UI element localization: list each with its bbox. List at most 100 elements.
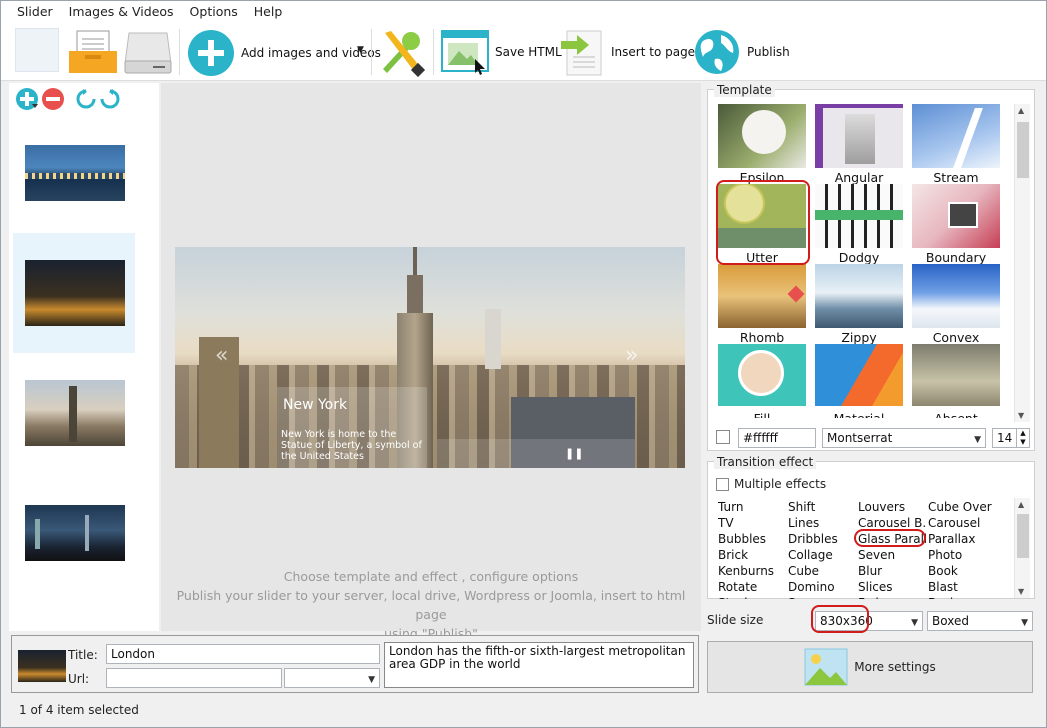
effect-turn[interactable]: Turn bbox=[718, 500, 786, 514]
hard-drive-icon bbox=[124, 32, 172, 74]
effect-lines[interactable]: Lines bbox=[788, 516, 856, 530]
settings-panel: Template Epsilon Angular Stream Utter Do… bbox=[705, 83, 1045, 633]
effect-blur[interactable]: Blur bbox=[858, 564, 926, 578]
chevron-down-icon: ▼ bbox=[974, 435, 981, 445]
chevron-down-icon: ▼ bbox=[1021, 618, 1028, 628]
slide-thumb-4[interactable] bbox=[25, 505, 125, 561]
effect-seven[interactable]: Seven bbox=[858, 548, 926, 562]
slide-list-panel bbox=[9, 83, 159, 631]
layout-select[interactable]: Boxed ▼ bbox=[927, 611, 1033, 631]
color-swatch-checkbox[interactable] bbox=[716, 430, 730, 444]
effect-bubbles[interactable]: Bubbles bbox=[718, 532, 786, 546]
options-button[interactable] bbox=[375, 27, 427, 77]
template-angular-label: Angular bbox=[834, 170, 884, 185]
font-family-select[interactable]: Montserrat ▼ bbox=[822, 428, 986, 448]
new-slider-button[interactable] bbox=[15, 28, 59, 72]
template-boundary-thumb[interactable] bbox=[912, 184, 1000, 248]
url-target-select[interactable]: ▼ bbox=[284, 668, 380, 688]
effect-slices[interactable]: Slices bbox=[858, 580, 926, 594]
effect-cube[interactable]: Cube bbox=[788, 564, 856, 578]
remove-slide-icon[interactable] bbox=[41, 87, 65, 111]
add-dropdown-arrow[interactable]: ▼ bbox=[357, 45, 364, 55]
effect-dribbles[interactable]: Dribbles bbox=[788, 532, 856, 546]
effect-carousel[interactable]: Carousel bbox=[928, 516, 996, 530]
effect-blast[interactable]: Blast bbox=[928, 580, 996, 594]
slide-thumb-3[interactable] bbox=[25, 380, 125, 446]
description-textarea[interactable]: London has the fifth-or sixth-largest me… bbox=[384, 642, 694, 688]
hint-line-2: Publish your slider to your server, loca… bbox=[176, 588, 686, 622]
effect-book[interactable]: Book bbox=[928, 564, 996, 578]
caption-box: New York New York is home to the Statue … bbox=[277, 387, 427, 468]
multiple-effects-checkbox[interactable] bbox=[716, 478, 729, 491]
slide-preview[interactable]: « » New York New York is home to the Sta… bbox=[175, 247, 685, 468]
caption-text: New York is home to the Statue of Libert… bbox=[281, 429, 422, 462]
effect-domino[interactable]: Domino bbox=[788, 580, 856, 594]
effect-tv[interactable]: TV bbox=[718, 516, 786, 530]
template-material-label: Material bbox=[815, 408, 903, 418]
effect-louvers[interactable]: Louvers bbox=[858, 500, 926, 514]
slide-thumb-1[interactable] bbox=[25, 145, 125, 201]
prev-arrow-icon[interactable]: « bbox=[215, 343, 228, 368]
transition-group: Transition effect Multiple effects Turn … bbox=[707, 455, 1035, 599]
color-hex-input[interactable]: #ffffff bbox=[738, 428, 816, 448]
effect-brick[interactable]: Brick bbox=[718, 548, 786, 562]
menu-slider[interactable]: Slider bbox=[9, 1, 61, 23]
rotate-left-icon[interactable] bbox=[75, 88, 97, 110]
caption-title: New York bbox=[283, 397, 348, 413]
effect-stack[interactable]: Stack bbox=[718, 596, 786, 599]
next-arrow-icon[interactable]: » bbox=[625, 343, 638, 368]
template-epsilon-thumb[interactable] bbox=[718, 104, 806, 168]
stepper-arrows-icon[interactable]: ▲ ▼ bbox=[1016, 429, 1029, 447]
menu-images-videos[interactable]: Images & Videos bbox=[61, 1, 182, 23]
effect-carousel-basic[interactable]: Carousel B... bbox=[858, 516, 926, 530]
pause-icon[interactable]: ❚❚ bbox=[565, 447, 583, 460]
template-rhomb-thumb[interactable] bbox=[718, 264, 806, 328]
rotate-right-icon[interactable] bbox=[99, 88, 121, 110]
template-material-thumb[interactable] bbox=[815, 344, 903, 406]
slide-thumb-2-selected[interactable] bbox=[13, 233, 135, 353]
chevron-down-icon: ▼ bbox=[368, 675, 375, 685]
menu-help[interactable]: Help bbox=[246, 1, 291, 23]
template-scrollbar[interactable]: ▲ ▼ bbox=[1014, 104, 1030, 422]
effects-scrollbar[interactable]: ▲ ▼ bbox=[1014, 498, 1030, 598]
effect-photo[interactable]: Photo bbox=[928, 548, 996, 562]
add-images-videos-button[interactable]: Add images and videos bbox=[187, 29, 381, 77]
template-zippy-thumb[interactable] bbox=[815, 264, 903, 328]
glass-parallax-highlight-ring bbox=[854, 529, 926, 547]
current-slide-thumb bbox=[18, 650, 66, 682]
utter-highlight-ring bbox=[716, 180, 810, 265]
effect-collage[interactable]: Collage bbox=[788, 548, 856, 562]
effect-kenburns[interactable]: Kenburns bbox=[718, 564, 786, 578]
template-dodgy-thumb[interactable] bbox=[815, 184, 903, 248]
publish-button[interactable]: Publish bbox=[693, 27, 790, 77]
effect-shift[interactable]: Shift bbox=[788, 500, 856, 514]
url-label: Url: bbox=[68, 672, 90, 686]
font-size-stepper[interactable]: 14 ▲ ▼ bbox=[992, 428, 1030, 448]
insert-to-page-button[interactable]: Insert to page bbox=[559, 27, 695, 77]
template-group-title: Template bbox=[714, 83, 775, 97]
add-slide-icon[interactable] bbox=[15, 87, 39, 111]
url-input[interactable] bbox=[106, 668, 282, 688]
effect-parallax[interactable]: Parallax bbox=[928, 532, 996, 546]
template-angular-thumb[interactable] bbox=[815, 104, 903, 168]
title-input[interactable]: London bbox=[106, 644, 380, 664]
save-html-button[interactable]: Save HTML bbox=[441, 29, 562, 75]
template-zippy-label: Zippy bbox=[841, 330, 877, 345]
browser-window-icon bbox=[441, 30, 489, 75]
effect-rotate[interactable]: Rotate bbox=[718, 580, 786, 594]
open-button[interactable] bbox=[67, 27, 119, 75]
effect-seven-2[interactable]: Seven bbox=[788, 596, 856, 599]
template-stream-thumb[interactable] bbox=[912, 104, 1000, 168]
template-group: Template Epsilon Angular Stream Utter Do… bbox=[707, 83, 1035, 451]
effect-cube-over[interactable]: Cube Over bbox=[928, 500, 996, 514]
save-button[interactable] bbox=[123, 29, 173, 75]
transition-group-title: Transition effect bbox=[714, 455, 817, 469]
menu-options[interactable]: Options bbox=[182, 1, 246, 23]
more-settings-button[interactable]: More settings bbox=[707, 641, 1033, 693]
template-absent-thumb[interactable] bbox=[912, 344, 1000, 406]
template-convex-thumb[interactable] bbox=[912, 264, 1000, 328]
multiple-effects-label: Multiple effects bbox=[734, 477, 827, 491]
effect-basic[interactable]: Basic bbox=[928, 596, 996, 599]
template-fill-thumb[interactable] bbox=[718, 344, 806, 406]
effect-fade[interactable]: Fade bbox=[858, 596, 926, 599]
